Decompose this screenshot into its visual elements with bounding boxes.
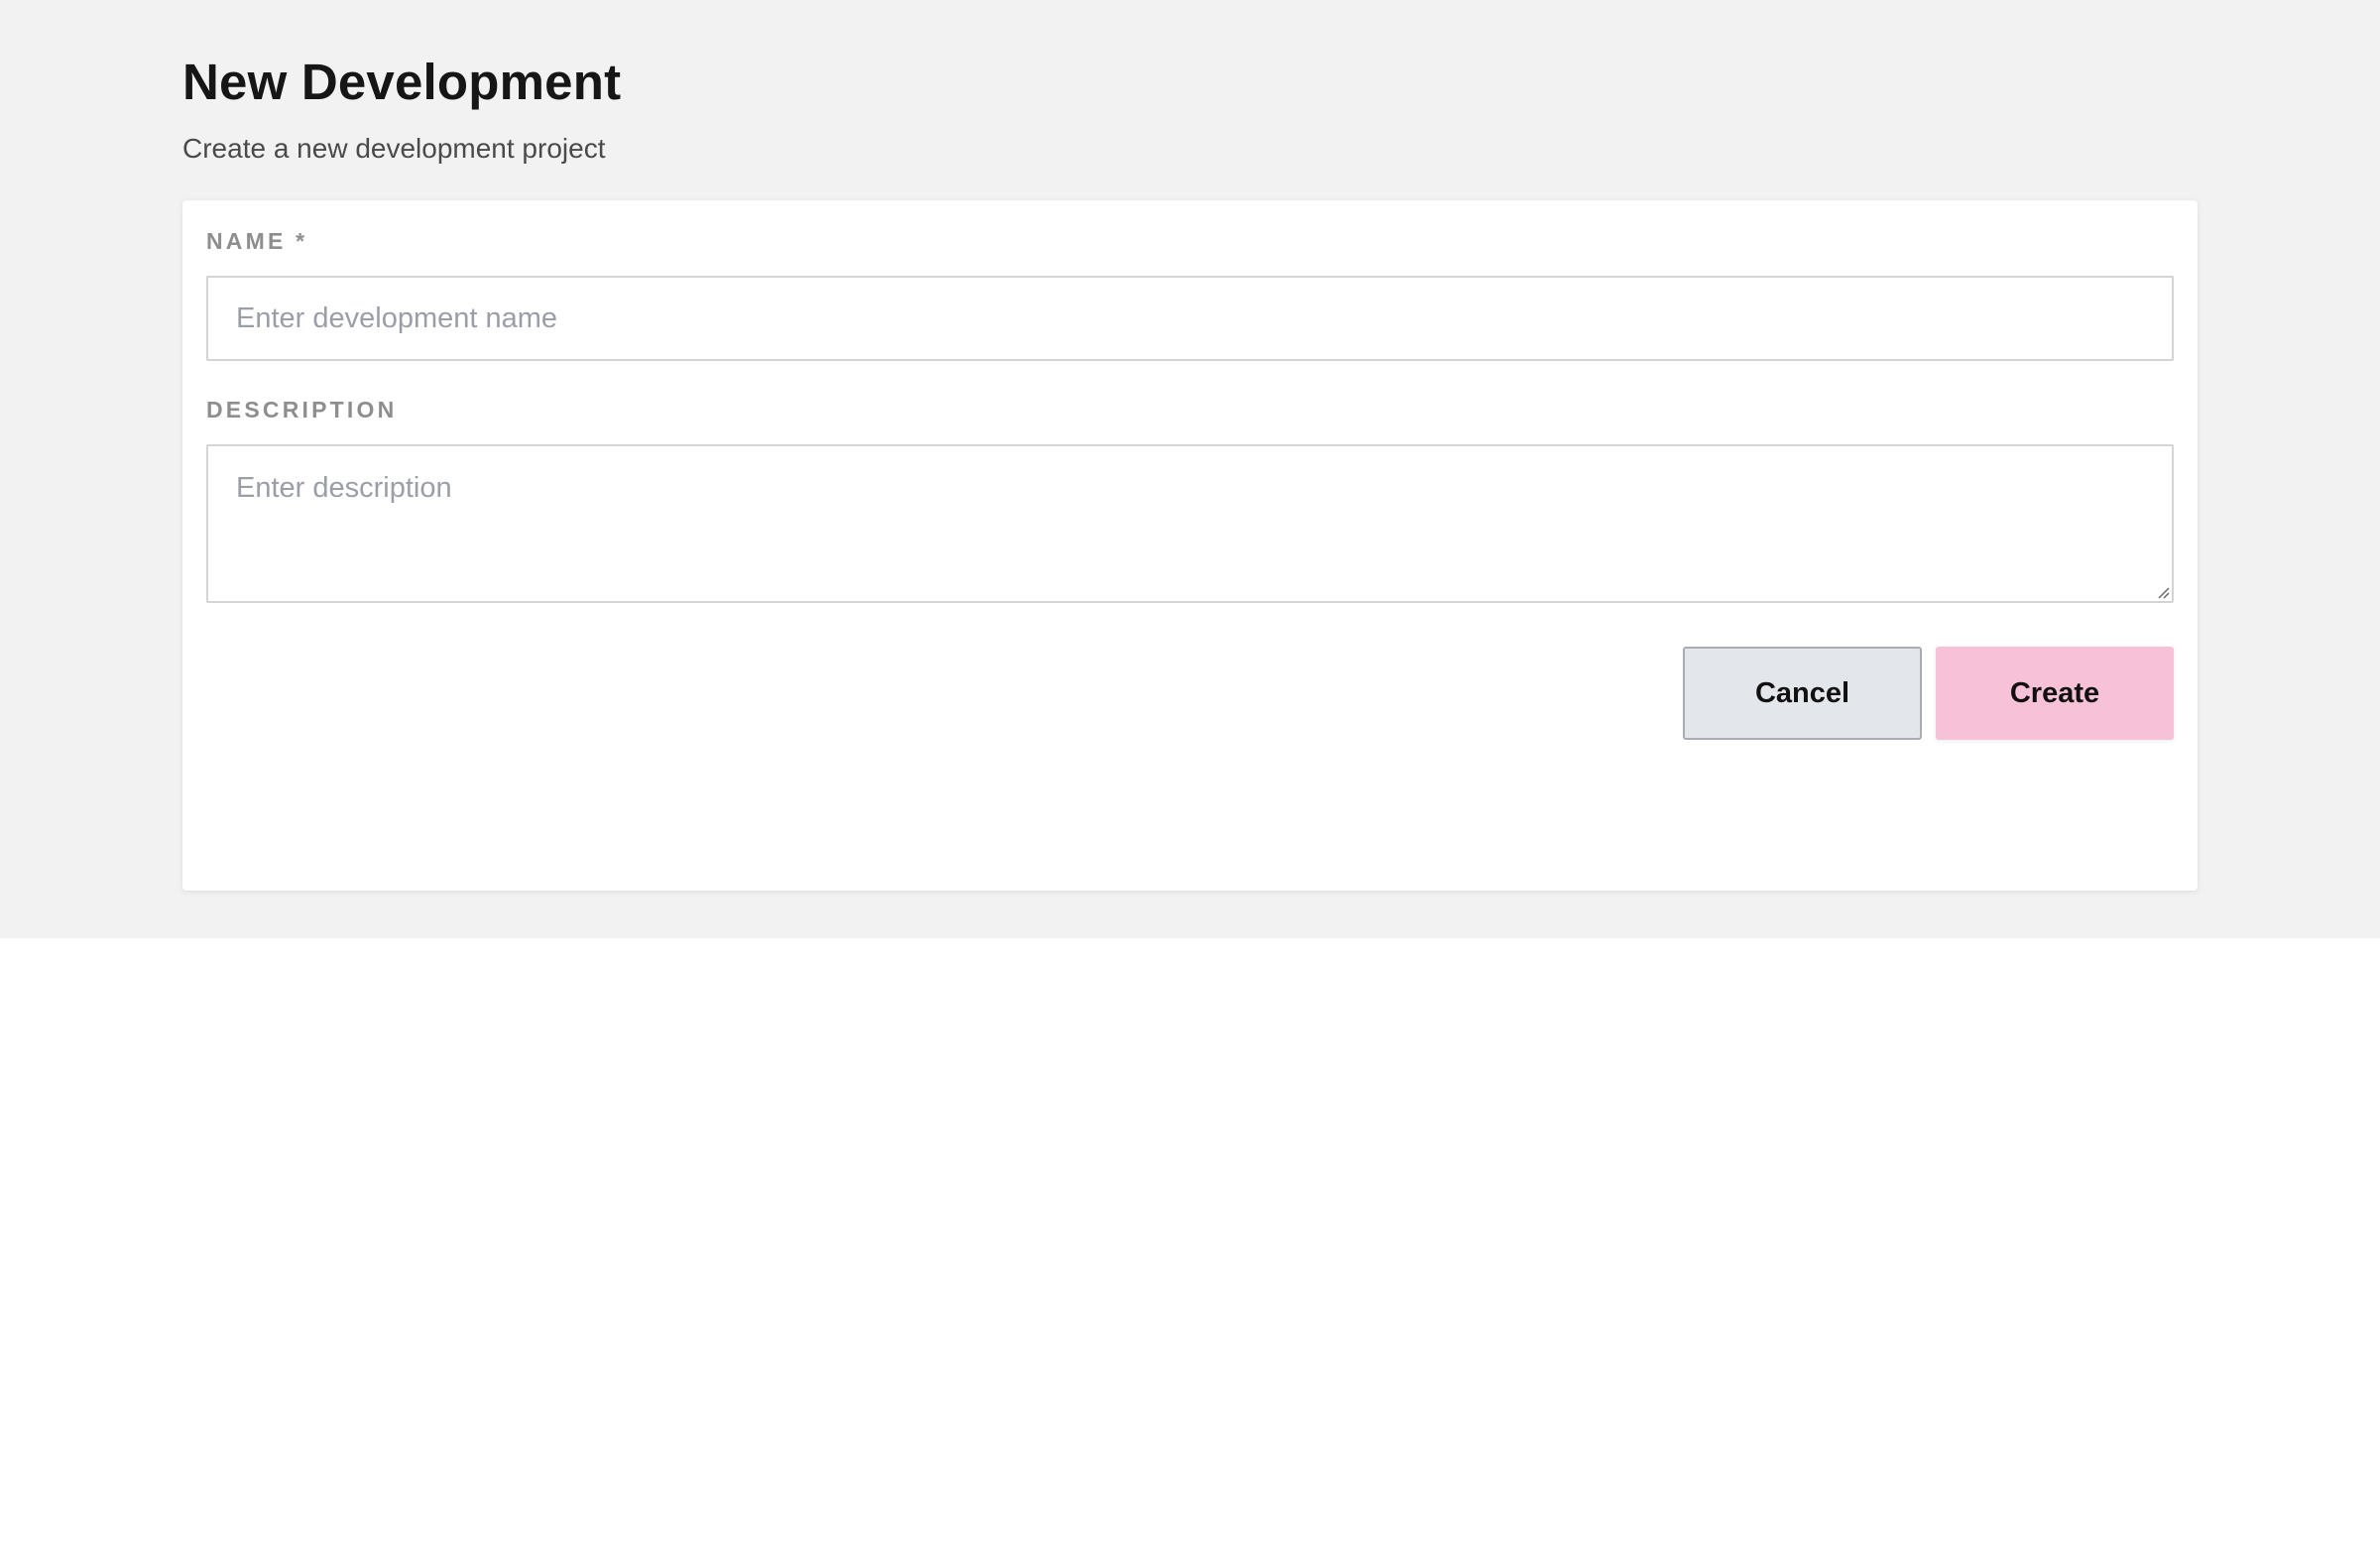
description-field-label: DESCRIPTION bbox=[206, 397, 398, 422]
cancel-button[interactable]: Cancel bbox=[1683, 647, 1922, 740]
name-input[interactable] bbox=[206, 276, 2174, 361]
page-subtitle: Create a new development project bbox=[182, 133, 606, 164]
description-textarea[interactable] bbox=[206, 444, 2174, 603]
name-field-label: NAME * bbox=[206, 228, 308, 254]
page-title: New Development bbox=[182, 54, 622, 110]
create-button[interactable]: Create bbox=[1936, 647, 2174, 740]
new-development-form-card: NAME * DESCRIPTION Cancel Create bbox=[182, 200, 2198, 891]
resize-grip-icon[interactable] bbox=[2156, 585, 2170, 599]
